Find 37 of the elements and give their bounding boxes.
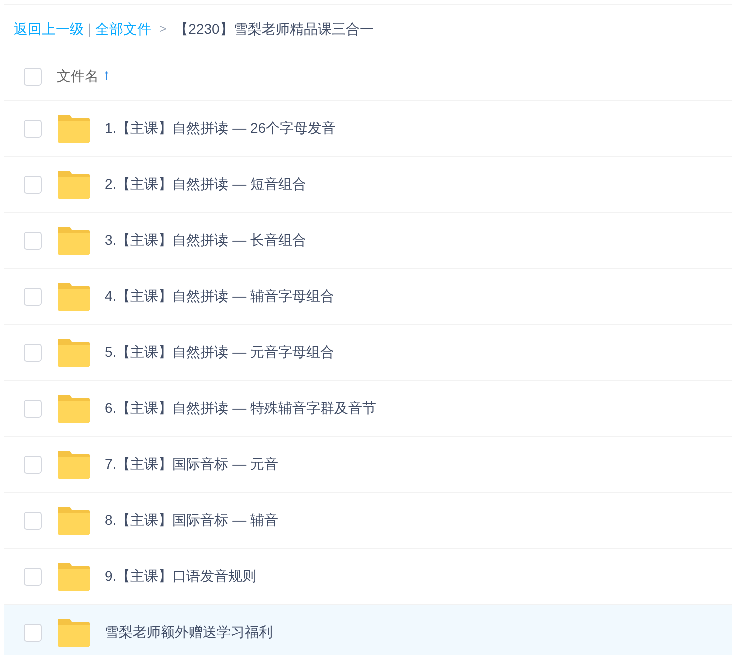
- checkbox[interactable]: [24, 456, 42, 474]
- checkbox[interactable]: [24, 120, 42, 138]
- file-name[interactable]: 1.【主课】自然拼读 — 26个字母发音: [105, 118, 336, 139]
- file-name[interactable]: 8.【主课】国际音标 — 辅音: [105, 510, 278, 531]
- file-name[interactable]: 7.【主课】国际音标 — 元音: [105, 454, 278, 475]
- checkbox[interactable]: [24, 68, 42, 86]
- file-name[interactable]: 9.【主课】口语发音规则: [105, 566, 257, 587]
- checkbox[interactable]: [24, 568, 42, 586]
- file-name[interactable]: 4.【主课】自然拼读 — 辅音字母组合: [105, 286, 334, 307]
- file-name[interactable]: 5.【主课】自然拼读 — 元音字母组合: [105, 342, 334, 363]
- folder-icon: [58, 450, 90, 478]
- separator: |: [88, 20, 92, 39]
- file-name[interactable]: 2.【主课】自然拼读 — 短音组合: [105, 174, 306, 195]
- file-name[interactable]: 6.【主课】自然拼读 — 特殊辅音字群及音节: [105, 398, 376, 419]
- folder-icon: [58, 226, 90, 254]
- checkbox[interactable]: [24, 232, 42, 250]
- current-folder: 【2230】雪梨老师精品课三合一: [174, 20, 374, 38]
- checkbox[interactable]: [24, 512, 42, 530]
- folder-icon: [58, 394, 90, 422]
- folder-icon: [58, 338, 90, 366]
- file-name[interactable]: 雪梨老师额外赠送学习福利: [105, 622, 273, 643]
- folder-icon: [58, 114, 90, 142]
- folder-icon: [58, 618, 90, 646]
- breadcrumb-arrow: >: [160, 21, 167, 38]
- folder-icon: [58, 282, 90, 310]
- checkbox[interactable]: [24, 344, 42, 362]
- folder-icon: [58, 170, 90, 198]
- file-name[interactable]: 3.【主课】自然拼读 — 长音组合: [105, 230, 306, 251]
- sort-icon[interactable]: ↑: [103, 65, 110, 88]
- column-header[interactable]: 文件名: [57, 66, 99, 87]
- checkbox[interactable]: [24, 176, 42, 194]
- checkbox[interactable]: [24, 400, 42, 418]
- checkbox[interactable]: [24, 624, 42, 642]
- folder-icon: [58, 506, 90, 534]
- checkbox[interactable]: [24, 288, 42, 306]
- folder-icon: [58, 562, 90, 590]
- file-row[interactable]: 雪梨老师额外赠送学习福利: [4, 605, 732, 655]
